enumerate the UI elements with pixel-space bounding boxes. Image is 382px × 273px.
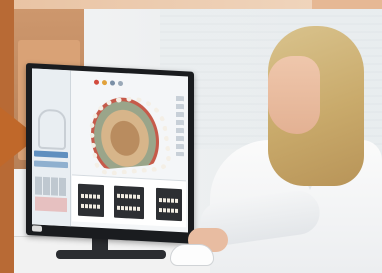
teeth-row — [117, 205, 141, 212]
teeth-row — [159, 197, 179, 204]
computer-mouse — [170, 244, 214, 266]
tooth-library-panel — [72, 174, 186, 228]
tool-gray-icon — [110, 80, 115, 86]
tool-gray2-icon — [118, 80, 123, 87]
teeth-row — [81, 203, 101, 209]
tooth-preview-1 — [78, 183, 104, 218]
monitor — [26, 63, 194, 244]
toolbar — [76, 79, 176, 90]
tool-orange-icon — [102, 79, 107, 86]
sidebar-warning-box — [35, 196, 67, 213]
monitor-logo — [32, 225, 42, 232]
sidebar-item-secondary — [34, 160, 68, 169]
sidebar-item-primary — [34, 150, 68, 159]
teeth-row — [81, 193, 101, 199]
tooth-preview-2 — [114, 185, 144, 220]
teeth-row — [117, 193, 141, 200]
software-sidebar — [32, 68, 71, 227]
top-right-accent — [312, 0, 382, 9]
tooth-arch-icon — [38, 108, 66, 151]
face — [268, 56, 320, 134]
photo-scene — [0, 0, 382, 273]
monitor-screen — [32, 68, 188, 233]
sidebar-thumbnails — [35, 176, 67, 197]
tooth-preview-3 — [156, 187, 182, 222]
teeth-row — [159, 207, 179, 214]
tool-red-icon — [94, 79, 99, 85]
3d-jaw-teeth — [85, 94, 173, 177]
right-toolbar — [176, 95, 184, 157]
sidebar-title — [34, 84, 68, 86]
monitor-stand-base — [56, 250, 166, 259]
